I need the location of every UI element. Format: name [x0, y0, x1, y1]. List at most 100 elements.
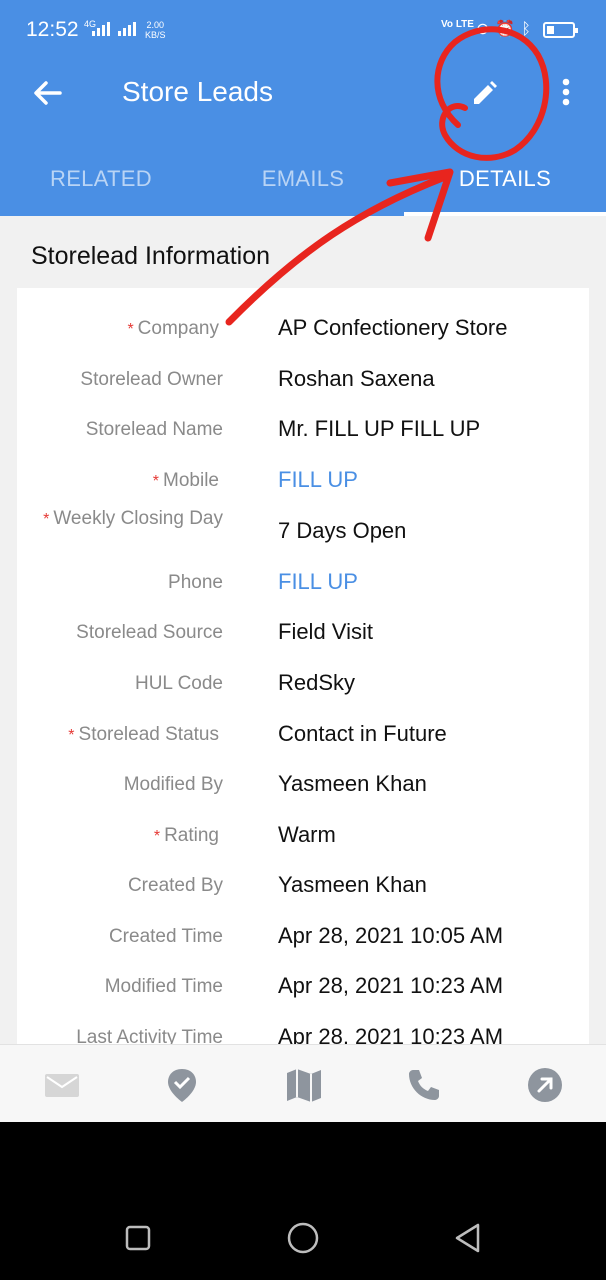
field-label: HUL Code: [23, 672, 223, 695]
detail-row: Storelead Name Mr. FILL UP FILL UP: [17, 407, 589, 457]
back-button[interactable]: [26, 72, 70, 116]
tab-details[interactable]: DETAILS: [404, 144, 606, 216]
system-navigation-bar: [0, 1122, 606, 1280]
status-icons: ⊙ ⏰ ᛒ: [476, 20, 578, 40]
field-value: Mr. FILL UP FILL UP: [278, 416, 481, 441]
required-asterisk: *: [68, 727, 75, 744]
detail-row: Created By Yasmeen Khan: [17, 863, 589, 913]
required-asterisk: *: [152, 473, 160, 490]
field-label-text: Weekly Closing Day: [53, 508, 223, 529]
details-card: * Company AP Confectionery Store Storelead …: [17, 288, 589, 1048]
field-label-text: Phone: [168, 572, 223, 593]
app-header: 12:52 4G 2.00 KB/S Vo LTE ⊙ ⏰ ᛒ Store Le…: [0, 0, 606, 216]
field-value: Yasmeen Khan: [278, 872, 427, 897]
tab-bar: RELATED EMAILS DETAILS: [0, 144, 606, 216]
field-label: Storelead Name: [23, 418, 223, 441]
field-label: * Weekly Closing Day: [23, 507, 223, 531]
square-icon: [125, 1225, 151, 1251]
required-asterisk: *: [43, 511, 50, 528]
detail-row: * Mobile FILL UP: [17, 458, 589, 508]
detail-row: Modified By Yasmeen Khan: [17, 762, 589, 812]
battery-icon: [542, 22, 578, 38]
field-value: AP Confectionery Store: [278, 315, 508, 340]
tab-related[interactable]: RELATED: [0, 144, 202, 216]
field-value: Apr 28, 2021 10:23 AM: [278, 973, 504, 998]
field-label-text: Storelead Owner: [80, 369, 223, 390]
field-label: * Rating: [19, 824, 219, 848]
field-label: * Company: [19, 317, 219, 341]
detail-row: Modified Time Apr 28, 2021 10:23 AM: [17, 964, 589, 1014]
field-label: Modified By: [23, 773, 223, 796]
field-label: Storelead Owner: [23, 368, 223, 391]
home-button[interactable]: [283, 1218, 323, 1258]
detail-row: Storelead Owner Roshan Saxena: [17, 357, 589, 407]
required-asterisk: *: [127, 321, 134, 338]
field-value-link[interactable]: FILL UP: [278, 467, 358, 493]
mail-icon[interactable]: [42, 1065, 82, 1105]
field-label: * Mobile: [19, 469, 219, 493]
bottom-action-bar: [0, 1044, 606, 1122]
detail-row: * Storelead Status Contact in Future: [17, 712, 589, 762]
bluetooth-icon: ᛒ: [521, 21, 531, 38]
field-value: 7 Days Open: [278, 518, 407, 543]
field-label: * Storelead Status: [19, 723, 219, 747]
alarm-icon: ⏰: [495, 21, 516, 38]
field-label: Phone: [23, 571, 223, 594]
field-value: Apr 28, 2021 10:05 AM: [278, 923, 504, 948]
arrow-left-icon: [34, 81, 62, 105]
detail-row: Storelead Source Field Visit: [17, 610, 589, 660]
active-tab-indicator: [404, 212, 606, 216]
field-label-text: Rating: [164, 825, 219, 846]
field-value: RedSky: [278, 670, 356, 695]
circle-icon: [287, 1222, 319, 1254]
detail-row: HUL Code RedSky: [17, 661, 589, 711]
field-value: Roshan Saxena: [278, 366, 435, 391]
field-label-text: Modified Time: [104, 976, 223, 997]
network-speed: 2.00 KB/S: [145, 20, 166, 40]
detail-row: * Company AP Confectionery Store: [17, 306, 589, 356]
field-label-text: HUL Code: [134, 673, 223, 694]
field-value-link[interactable]: FILL UP: [278, 569, 358, 595]
volte-icon: Vo LTE: [441, 19, 474, 30]
field-label-text: Storelead Source: [76, 622, 223, 643]
required-asterisk: *: [153, 828, 161, 845]
phone-icon[interactable]: [404, 1065, 444, 1105]
section-title: Storelead Information: [31, 242, 271, 270]
recents-button[interactable]: [118, 1218, 158, 1258]
pencil-icon: [474, 81, 497, 104]
signal-icon: [92, 22, 136, 36]
field-label-text: Modified By: [123, 774, 223, 795]
more-vertical-icon: [562, 78, 570, 106]
back-nav-button[interactable]: [448, 1218, 488, 1258]
field-label-text: Mobile: [163, 470, 219, 491]
field-label-text: Company: [137, 318, 219, 339]
field-label: Created Time: [23, 925, 223, 948]
detail-row: Created Time Apr 28, 2021 10:05 AM: [17, 914, 589, 964]
field-label: Modified Time: [23, 975, 223, 998]
field-label-text: Created By: [127, 875, 223, 896]
field-label: Created By: [23, 874, 223, 897]
tab-emails[interactable]: EMAILS: [202, 144, 404, 216]
status-bar: 12:52 4G 2.00 KB/S Vo LTE ⊙ ⏰ ᛒ: [0, 0, 606, 62]
app-screen: 12:52 4G 2.00 KB/S Vo LTE ⊙ ⏰ ᛒ Store Le…: [0, 0, 606, 1280]
detail-row: * Rating Warm: [17, 813, 589, 863]
check-in-icon[interactable]: [162, 1065, 202, 1105]
page-title: Store Leads: [122, 76, 273, 107]
field-value: Warm: [278, 822, 336, 847]
triangle-back-icon: [455, 1223, 480, 1253]
field-label-text: Storelead Name: [85, 419, 223, 440]
field-label-text: Storelead Status: [78, 724, 219, 745]
field-label: Storelead Source: [23, 621, 223, 644]
edit-button[interactable]: [460, 70, 508, 118]
field-value: Contact in Future: [278, 721, 447, 746]
map-icon[interactable]: [284, 1065, 324, 1105]
lock-icon: ⊙: [476, 21, 490, 38]
detail-row: * Weekly Closing Day 7 Days Open: [17, 507, 589, 559]
field-label-text: Created Time: [108, 926, 223, 947]
share-arrow-icon[interactable]: [525, 1065, 565, 1105]
detail-row: Phone FILL UP: [17, 560, 589, 610]
field-value: Field Visit: [278, 619, 373, 644]
status-time: 12:52: [26, 18, 79, 41]
more-options-button[interactable]: [546, 70, 586, 118]
field-value: Yasmeen Khan: [278, 771, 427, 796]
